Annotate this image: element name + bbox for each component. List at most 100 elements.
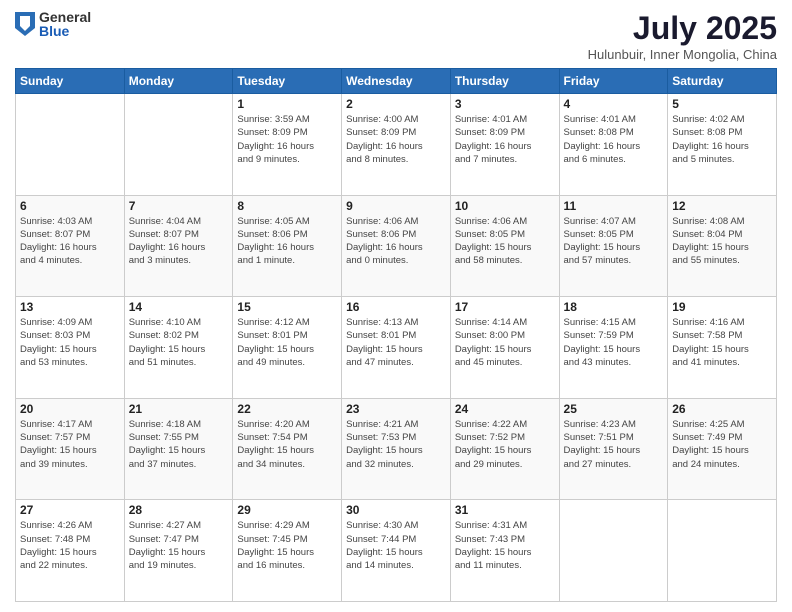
day-info: Sunrise: 4:07 AM Sunset: 8:05 PM Dayligh… <box>564 215 664 268</box>
calendar-cell: 6 Sunrise: 4:03 AM Sunset: 8:07 PM Daylig… <box>16 195 125 297</box>
day-info: Sunrise: 4:04 AM Sunset: 8:07 PM Dayligh… <box>129 215 229 268</box>
day-number: 30 <box>346 503 446 517</box>
calendar-cell: 19 Sunrise: 4:16 AM Sunset: 7:58 PM Dayli… <box>668 297 777 399</box>
day-header-monday: Monday <box>124 69 233 94</box>
day-number: 22 <box>237 402 337 416</box>
calendar-cell: 18 Sunrise: 4:15 AM Sunset: 7:59 PM Dayli… <box>559 297 668 399</box>
week-row-2: 6 Sunrise: 4:03 AM Sunset: 8:07 PM Daylig… <box>16 195 777 297</box>
calendar-cell: 30 Sunrise: 4:30 AM Sunset: 7:44 PM Dayli… <box>342 500 451 602</box>
calendar-cell: 17 Sunrise: 4:14 AM Sunset: 8:00 PM Dayli… <box>450 297 559 399</box>
logo-general-text: General <box>39 10 91 24</box>
day-number: 28 <box>129 503 229 517</box>
calendar-cell: 14Sunrise: 4:10 AM Sunset: 8:02 PM Dayli… <box>124 297 233 399</box>
day-number: 7 <box>129 199 229 213</box>
calendar-cell <box>668 500 777 602</box>
calendar-table: SundayMondayTuesdayWednesdayThursdayFrid… <box>15 68 777 602</box>
day-info: Sunrise: 4:09 AM Sunset: 8:03 PM Dayligh… <box>20 316 120 369</box>
day-header-tuesday: Tuesday <box>233 69 342 94</box>
day-number: 10 <box>455 199 555 213</box>
calendar-cell: 20Sunrise: 4:17 AM Sunset: 7:57 PM Dayli… <box>16 398 125 500</box>
day-number: 18 <box>564 300 664 314</box>
day-info: Sunrise: 4:03 AM Sunset: 8:07 PM Dayligh… <box>20 215 120 268</box>
day-header-wednesday: Wednesday <box>342 69 451 94</box>
calendar-cell: 10 Sunrise: 4:06 AM Sunset: 8:05 PM Dayli… <box>450 195 559 297</box>
day-info: Sunrise: 4:08 AM Sunset: 8:04 PM Dayligh… <box>672 215 772 268</box>
calendar-cell: 24 Sunrise: 4:22 AM Sunset: 7:52 PM Dayli… <box>450 398 559 500</box>
calendar-cell: 3 Sunrise: 4:01 AM Sunset: 8:09 PM Daylig… <box>450 94 559 196</box>
calendar-cell: 16Sunrise: 4:13 AM Sunset: 8:01 PM Dayli… <box>342 297 451 399</box>
day-number: 11 <box>564 199 664 213</box>
calendar-cell: 25 Sunrise: 4:23 AM Sunset: 7:51 PM Dayli… <box>559 398 668 500</box>
day-number: 3 <box>455 97 555 111</box>
day-info: Sunrise: 4:25 AM Sunset: 7:49 PM Dayligh… <box>672 418 772 471</box>
day-info: Sunrise: 3:59 AM Sunset: 8:09 PM Dayligh… <box>237 113 337 166</box>
day-number: 2 <box>346 97 446 111</box>
calendar-cell: 26 Sunrise: 4:25 AM Sunset: 7:49 PM Dayli… <box>668 398 777 500</box>
day-number: 23 <box>346 402 446 416</box>
day-number: 27 <box>20 503 120 517</box>
calendar-cell: 21Sunrise: 4:18 AM Sunset: 7:55 PM Dayli… <box>124 398 233 500</box>
calendar-cell: 5Sunrise: 4:02 AM Sunset: 8:08 PM Daylig… <box>668 94 777 196</box>
calendar-cell: 7 Sunrise: 4:04 AM Sunset: 8:07 PM Daylig… <box>124 195 233 297</box>
day-header-sunday: Sunday <box>16 69 125 94</box>
day-number: 12 <box>672 199 772 213</box>
day-info: Sunrise: 4:17 AM Sunset: 7:57 PM Dayligh… <box>20 418 120 471</box>
day-header-thursday: Thursday <box>450 69 559 94</box>
main-title: July 2025 <box>588 10 777 47</box>
day-info: Sunrise: 4:06 AM Sunset: 8:06 PM Dayligh… <box>346 215 446 268</box>
logo: General Blue <box>15 10 91 38</box>
day-number: 17 <box>455 300 555 314</box>
calendar-cell: 13 Sunrise: 4:09 AM Sunset: 8:03 PM Dayli… <box>16 297 125 399</box>
calendar-cell: 31Sunrise: 4:31 AM Sunset: 7:43 PM Dayli… <box>450 500 559 602</box>
day-info: Sunrise: 4:12 AM Sunset: 8:01 PM Dayligh… <box>237 316 337 369</box>
calendar-cell: 29 Sunrise: 4:29 AM Sunset: 7:45 PM Dayli… <box>233 500 342 602</box>
week-row-4: 20Sunrise: 4:17 AM Sunset: 7:57 PM Dayli… <box>16 398 777 500</box>
day-info: Sunrise: 4:01 AM Sunset: 8:09 PM Dayligh… <box>455 113 555 166</box>
day-number: 24 <box>455 402 555 416</box>
day-info: Sunrise: 4:27 AM Sunset: 7:47 PM Dayligh… <box>129 519 229 572</box>
day-info: Sunrise: 4:30 AM Sunset: 7:44 PM Dayligh… <box>346 519 446 572</box>
day-info: Sunrise: 4:20 AM Sunset: 7:54 PM Dayligh… <box>237 418 337 471</box>
calendar-cell: 28 Sunrise: 4:27 AM Sunset: 7:47 PM Dayli… <box>124 500 233 602</box>
day-info: Sunrise: 4:23 AM Sunset: 7:51 PM Dayligh… <box>564 418 664 471</box>
day-number: 25 <box>564 402 664 416</box>
day-header-friday: Friday <box>559 69 668 94</box>
day-number: 1 <box>237 97 337 111</box>
calendar-cell <box>124 94 233 196</box>
day-number: 31 <box>455 503 555 517</box>
day-info: Sunrise: 4:29 AM Sunset: 7:45 PM Dayligh… <box>237 519 337 572</box>
subtitle: Hulunbuir, Inner Mongolia, China <box>588 47 777 62</box>
header: General Blue July 2025 Hulunbuir, Inner … <box>15 10 777 62</box>
week-row-3: 13 Sunrise: 4:09 AM Sunset: 8:03 PM Dayli… <box>16 297 777 399</box>
calendar-cell <box>559 500 668 602</box>
day-info: Sunrise: 4:26 AM Sunset: 7:48 PM Dayligh… <box>20 519 120 572</box>
day-info: Sunrise: 4:22 AM Sunset: 7:52 PM Dayligh… <box>455 418 555 471</box>
page: General Blue July 2025 Hulunbuir, Inner … <box>0 0 792 612</box>
logo-text: General Blue <box>39 10 91 38</box>
calendar-cell: 11 Sunrise: 4:07 AM Sunset: 8:05 PM Dayli… <box>559 195 668 297</box>
calendar-body: 1 Sunrise: 3:59 AM Sunset: 8:09 PM Daylig… <box>16 94 777 602</box>
day-info: Sunrise: 4:14 AM Sunset: 8:00 PM Dayligh… <box>455 316 555 369</box>
day-number: 14 <box>129 300 229 314</box>
logo-icon <box>15 12 35 36</box>
week-row-5: 27 Sunrise: 4:26 AM Sunset: 7:48 PM Dayli… <box>16 500 777 602</box>
day-header-saturday: Saturday <box>668 69 777 94</box>
day-number: 19 <box>672 300 772 314</box>
day-number: 9 <box>346 199 446 213</box>
day-number: 29 <box>237 503 337 517</box>
day-number: 6 <box>20 199 120 213</box>
day-info: Sunrise: 4:13 AM Sunset: 8:01 PM Dayligh… <box>346 316 446 369</box>
day-number: 26 <box>672 402 772 416</box>
calendar-cell: 27 Sunrise: 4:26 AM Sunset: 7:48 PM Dayli… <box>16 500 125 602</box>
day-info: Sunrise: 4:16 AM Sunset: 7:58 PM Dayligh… <box>672 316 772 369</box>
calendar-cell: 8Sunrise: 4:05 AM Sunset: 8:06 PM Daylig… <box>233 195 342 297</box>
day-number: 15 <box>237 300 337 314</box>
day-info: Sunrise: 4:06 AM Sunset: 8:05 PM Dayligh… <box>455 215 555 268</box>
calendar-cell: 22 Sunrise: 4:20 AM Sunset: 7:54 PM Dayli… <box>233 398 342 500</box>
calendar-cell: 12 Sunrise: 4:08 AM Sunset: 8:04 PM Dayli… <box>668 195 777 297</box>
day-info: Sunrise: 4:15 AM Sunset: 7:59 PM Dayligh… <box>564 316 664 369</box>
day-number: 13 <box>20 300 120 314</box>
day-info: Sunrise: 4:00 AM Sunset: 8:09 PM Dayligh… <box>346 113 446 166</box>
calendar-cell: 9 Sunrise: 4:06 AM Sunset: 8:06 PM Daylig… <box>342 195 451 297</box>
day-info: Sunrise: 4:21 AM Sunset: 7:53 PM Dayligh… <box>346 418 446 471</box>
